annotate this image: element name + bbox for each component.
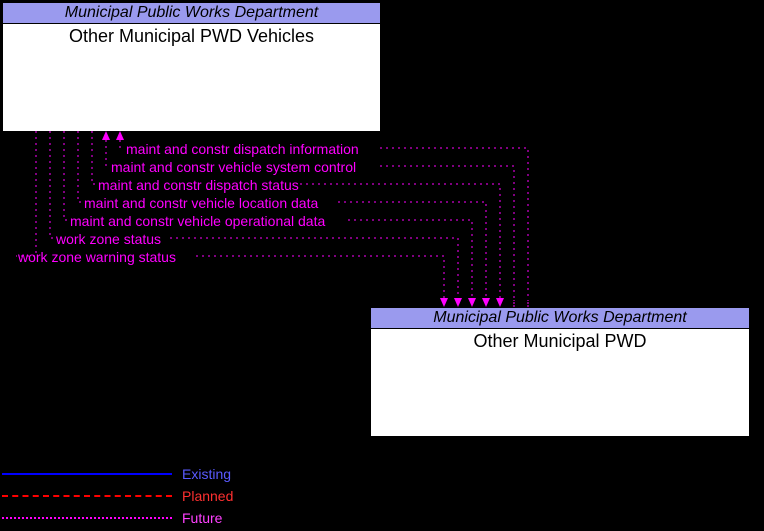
flow-label-6: work zone warning status [18, 249, 176, 265]
legend-label-existing: Existing [182, 466, 231, 482]
legend-line-planned [2, 495, 172, 497]
flow-label-4: maint and constr vehicle operational dat… [70, 213, 325, 229]
flow-label-3: maint and constr vehicle location data [84, 195, 318, 211]
legend: Existing Planned Future [2, 463, 233, 529]
node-bottom-header: Municipal Public Works Department [371, 308, 749, 329]
node-bottom-body: Other Municipal PWD [371, 329, 749, 352]
node-top[interactable]: Municipal Public Works Department Other … [2, 2, 381, 132]
legend-planned: Planned [2, 485, 233, 507]
flow-label-0: maint and constr dispatch information [126, 141, 359, 157]
node-bottom[interactable]: Municipal Public Works Department Other … [370, 307, 750, 437]
legend-line-future [2, 517, 172, 519]
legend-label-future: Future [182, 510, 222, 526]
legend-line-existing [2, 473, 172, 475]
flow-label-5: work zone status [56, 231, 161, 247]
flow-label-2: maint and constr dispatch status [98, 177, 299, 193]
legend-existing: Existing [2, 463, 233, 485]
node-top-body: Other Municipal PWD Vehicles [3, 24, 380, 47]
flow-label-1: maint and constr vehicle system control [111, 159, 356, 175]
legend-future: Future [2, 507, 233, 529]
legend-label-planned: Planned [182, 488, 233, 504]
node-top-header: Municipal Public Works Department [3, 3, 380, 24]
